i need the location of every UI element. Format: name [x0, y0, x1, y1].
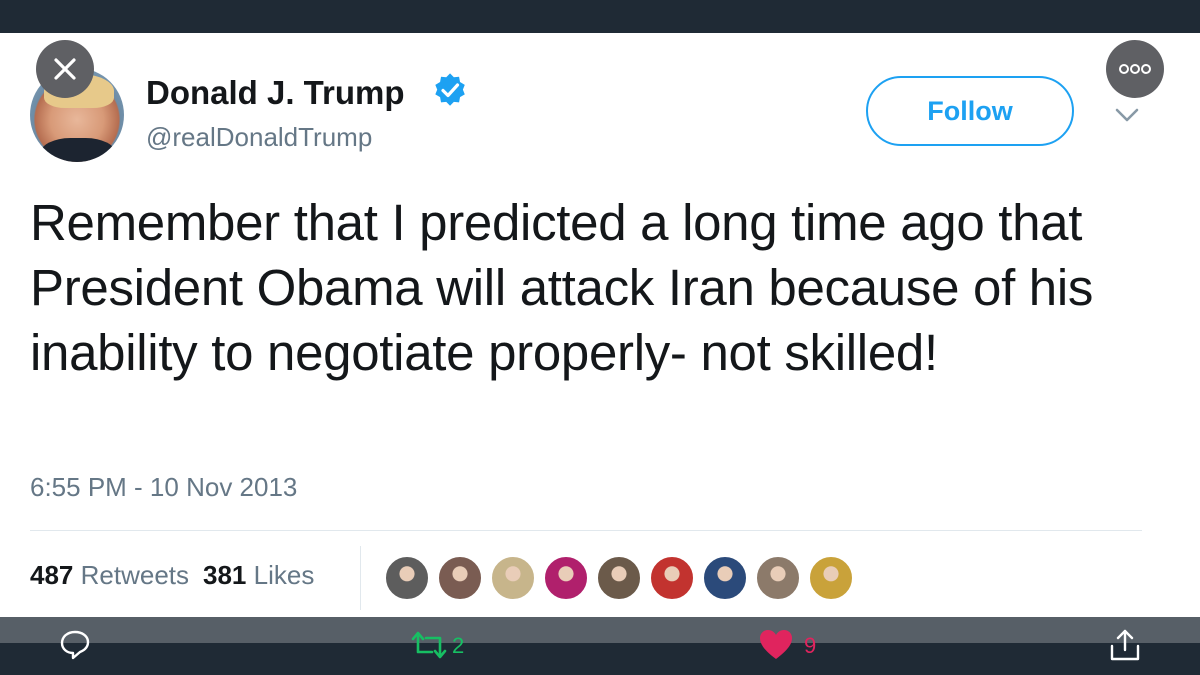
- liker-avatar[interactable]: [490, 555, 536, 601]
- share-icon[interactable]: [1108, 628, 1142, 662]
- action-bar-strip: [0, 617, 1200, 643]
- chevron-down-icon[interactable]: [1112, 100, 1142, 130]
- avatar-suit: [40, 138, 116, 162]
- likes-label: Likes: [253, 560, 315, 590]
- likes-stat[interactable]: 381 Likes: [203, 560, 314, 590]
- close-button[interactable]: [36, 40, 94, 98]
- verified-badge-icon: [435, 73, 465, 106]
- liker-avatar[interactable]: [543, 555, 589, 601]
- more-dots-icon: [1119, 64, 1151, 74]
- liker-avatars: [384, 555, 861, 601]
- liker-avatar[interactable]: [384, 555, 430, 601]
- liker-avatar[interactable]: [437, 555, 483, 601]
- heart-icon[interactable]: [758, 628, 794, 662]
- liker-avatar[interactable]: [808, 555, 854, 601]
- follow-button[interactable]: Follow: [866, 76, 1074, 146]
- liker-avatar[interactable]: [649, 555, 695, 601]
- liker-avatar[interactable]: [755, 555, 801, 601]
- reply-icon[interactable]: [58, 628, 92, 662]
- retweets-count: 487: [30, 560, 74, 590]
- stats-divider: [360, 546, 361, 610]
- tweet-stats: 487 Retweets 381 Likes: [30, 560, 314, 591]
- user-handle[interactable]: @realDonaldTrump: [146, 122, 372, 153]
- like-count: 9: [804, 633, 817, 658]
- retweets-label: Retweets: [80, 560, 190, 590]
- display-name[interactable]: Donald J. Trump: [146, 74, 405, 112]
- tweet-timestamp[interactable]: 6:55 PM - 10 Nov 2013: [30, 472, 297, 503]
- status-bar: [0, 0, 1200, 33]
- retweet-icon[interactable]: [410, 628, 448, 662]
- close-icon: [54, 58, 76, 80]
- divider: [30, 530, 1142, 531]
- likes-count: 381: [203, 560, 247, 590]
- liker-avatar[interactable]: [596, 555, 642, 601]
- liker-avatar[interactable]: [702, 555, 748, 601]
- retweets-stat[interactable]: 487 Retweets: [30, 560, 189, 590]
- more-options-button[interactable]: [1106, 40, 1164, 98]
- tweet-text: Remember that I predicted a long time ag…: [30, 194, 1094, 381]
- retweet-count: 2: [452, 633, 465, 658]
